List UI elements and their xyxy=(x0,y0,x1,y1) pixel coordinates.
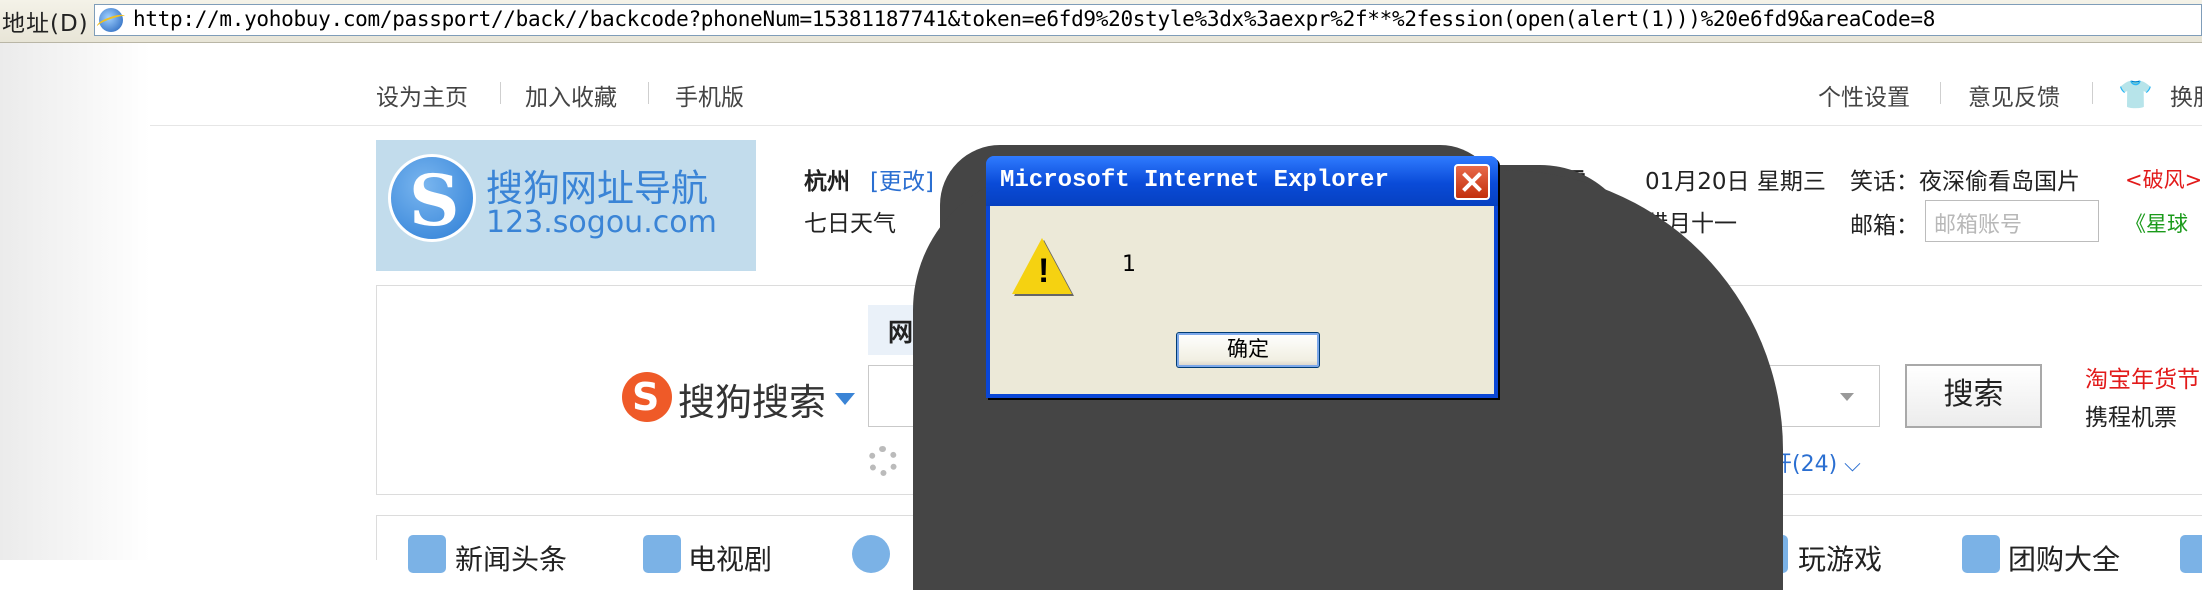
nav-item-groupbuy[interactable]: 团购大全 xyxy=(2008,538,2120,578)
mail-account-input[interactable]: 邮箱账号 xyxy=(1925,200,2099,242)
logo-title: 搜狗网址导航 xyxy=(486,167,708,210)
address-input[interactable]: http://m.yohobuy.com/passport//back//bac… xyxy=(94,4,2202,36)
dialog-message: 1 xyxy=(1122,252,1136,277)
gear-icon[interactable] xyxy=(868,446,898,476)
mail-label: 邮箱： xyxy=(1850,213,1919,239)
feedback-link[interactable]: 意见反馈 xyxy=(1968,78,2060,112)
tv-icon xyxy=(643,535,681,573)
address-url[interactable]: http://m.yohobuy.com/passport//back//bac… xyxy=(133,7,1935,31)
joke-link[interactable]: 笑话：夜深偷看岛国片 xyxy=(1850,162,2080,196)
more-icon xyxy=(2180,535,2202,573)
search-button[interactable]: 搜索 xyxy=(1905,364,2042,428)
nav-item-games[interactable]: 玩游戏 xyxy=(1798,538,1882,578)
nav-item-news[interactable]: 新闻头条 xyxy=(455,538,567,578)
warning-icon-mark: ! xyxy=(1038,252,1050,290)
close-icon[interactable] xyxy=(1454,164,1490,200)
personal-settings-link[interactable]: 个性设置 xyxy=(1818,78,1910,112)
ad-link-taobao[interactable]: 淘宝年货节 xyxy=(2085,360,2200,394)
address-bar: 地址(D) http://m.yohobuy.com/passport//bac… xyxy=(0,0,2202,43)
engine-dropdown-caret-icon[interactable] xyxy=(835,393,855,405)
tshirt-icon[interactable]: 👕 xyxy=(2118,78,2153,111)
divider xyxy=(648,82,649,104)
dialog-body: ! 1 确定 xyxy=(990,206,1494,394)
city-name: 杭州 xyxy=(804,169,850,195)
search-engine-name[interactable]: 搜狗搜索 xyxy=(678,372,826,426)
address-label: 地址(D) xyxy=(2,11,89,37)
set-home-link[interactable]: 设为主页 xyxy=(376,78,468,112)
promo-link-red[interactable]: <破风> xyxy=(2125,164,2202,194)
sogou-search-logo-icon xyxy=(622,372,672,422)
ok-button[interactable]: 确定 xyxy=(1176,332,1320,368)
mobile-version-link[interactable]: 手机版 xyxy=(675,78,744,112)
change-skin-link[interactable]: 换肤 xyxy=(2170,78,2202,112)
sogou-nav-logo[interactable]: S 搜狗网址导航 123.sogou.com xyxy=(376,140,756,271)
search-history-caret-icon[interactable] xyxy=(1840,393,1854,401)
promo-link-green[interactable]: 《星球 xyxy=(2125,208,2188,238)
news-icon xyxy=(408,535,446,573)
divider xyxy=(2092,82,2093,104)
dialog-titlebar[interactable]: Microsoft Internet Explorer xyxy=(986,156,1498,206)
divider xyxy=(500,82,501,104)
chevron-down-icon: ⌵ xyxy=(1844,452,1861,477)
ie-page-icon xyxy=(99,8,123,32)
groupbuy-icon xyxy=(1962,535,2000,573)
nav-item-tv[interactable]: 电视剧 xyxy=(688,538,772,578)
expand-link[interactable]: 开(24) ⌵ xyxy=(1770,446,1861,478)
logo-domain: 123.sogou.com xyxy=(486,205,717,240)
add-favorite-link[interactable]: 加入收藏 xyxy=(525,78,617,112)
alert-dialog: Microsoft Internet Explorer ! 1 确定 xyxy=(986,156,1498,398)
sogou-s-icon: S xyxy=(388,154,476,242)
page-left-gutter xyxy=(0,43,150,560)
date-text: 01月20日 星期三 xyxy=(1645,169,1826,195)
change-city-link[interactable]: [更改] xyxy=(870,162,934,196)
weekly-weather-link[interactable]: 七日天气 xyxy=(804,204,896,238)
divider xyxy=(1940,82,1941,104)
ad-link-ctrip[interactable]: 携程机票 xyxy=(2085,398,2177,432)
film-icon xyxy=(852,535,890,573)
dialog-title: Microsoft Internet Explorer xyxy=(1000,167,1389,194)
